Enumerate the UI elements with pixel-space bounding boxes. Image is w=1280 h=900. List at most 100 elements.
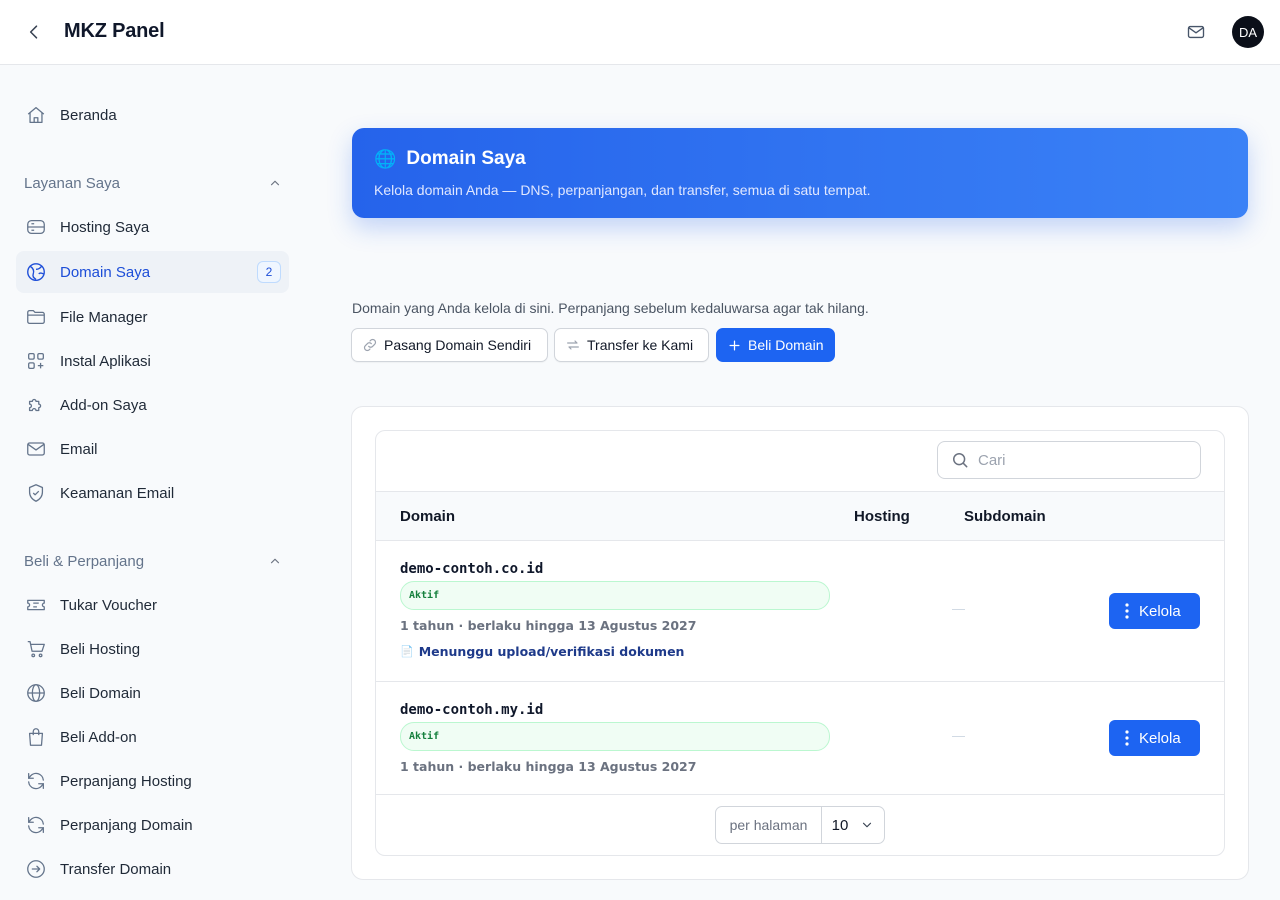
sidebar-item-label: Beli Domain [60,684,141,702]
column-header-hosting[interactable]: Hosting [854,508,910,525]
chevron-up-icon [270,558,280,564]
sidebar-item-label: Beli Add-on [60,728,137,746]
plus-icon [729,340,740,350]
app-title: MKZ Panel [64,20,165,42]
attach-own-domain-button[interactable]: Pasang Domain Sendiri [351,328,548,362]
refresh-icon [24,769,48,793]
table-header: Domain Hosting Subdomain [376,491,1224,541]
home-icon [24,103,48,127]
search-input[interactable] [978,451,1188,469]
button-label: Kelola [1139,729,1181,747]
per-page-value: 10 [831,816,849,834]
sidebar-item-install-apps[interactable]: Instal Aplikasi [16,340,289,382]
section-toggle-buy[interactable]: Beli & Perpanjang [24,550,282,572]
page-title: 🌐 Domain Saya [374,148,526,170]
sidebar-item-file-manager[interactable]: File Manager [16,296,289,338]
cart-icon [24,637,48,661]
more-vertical-icon [1125,603,1129,619]
sidebar-item-label: Hosting Saya [60,218,150,236]
manage-button[interactable]: Kelola [1109,720,1200,756]
document-status-text: Menunggu upload/verifikasi dokumen [418,644,685,659]
sidebar-item-label: Keamanan Email [60,484,175,502]
page-title-text: Domain Saya [406,148,526,169]
button-label: Beli Domain [748,337,824,353]
top-bar: MKZ Panel DA [0,0,1280,65]
bag-icon [24,725,48,749]
pagination-per-page: per halaman 10 [715,806,885,844]
sidebar: Beranda Layanan Saya Hosting Saya Domain… [0,65,305,900]
sidebar-item-label: Perpanjang Domain [60,816,193,834]
sidebar-item-email-security[interactable]: Keamanan Email [16,472,289,514]
domain-term: 1 tahun · berlaku hingga 13 Agustus 2027 [400,759,697,774]
mail-icon [1187,25,1205,39]
domain-name[interactable]: demo-contoh.my.id [400,702,543,718]
column-header-subdomain[interactable]: Subdomain [964,508,1046,525]
domain-table-panel: Domain Hosting Subdomain demo-contoh.co.… [375,430,1225,856]
per-page-select[interactable]: 10 [822,817,884,834]
page-subtitle: Kelola domain Anda — DNS, perpanjangan, … [374,182,871,198]
sidebar-item-buy-domain[interactable]: Beli Domain [16,672,289,714]
avatar[interactable]: DA [1232,16,1264,48]
document-status-link[interactable]: 📄 Menunggu upload/verifikasi dokumen [400,644,684,659]
sidebar-item-label: Instal Aplikasi [60,352,151,370]
status-badge: Aktif [400,722,830,751]
globe-icon [24,681,48,705]
sidebar-item-buy-addon[interactable]: Beli Add-on [16,716,289,758]
swap-arrows-icon [567,340,579,350]
sidebar-item-label: Transfer Domain [60,860,172,878]
button-label: Kelola [1139,602,1181,620]
search-box[interactable] [937,441,1201,479]
section-title: Layanan Saya [24,174,120,192]
sidebar-item-label: Beli Hosting [60,640,141,658]
document-icon: 📄 [400,645,414,658]
button-label: Pasang Domain Sendiri [384,337,532,353]
column-header-domain[interactable]: Domain [400,508,455,525]
sidebar-item-buy-hosting[interactable]: Beli Hosting [16,628,289,670]
button-label: Transfer ke Kami [587,337,694,353]
puzzle-icon [24,393,48,417]
per-page-label: per halaman [716,807,822,843]
folder-icon [24,305,48,329]
link-icon [363,338,377,352]
section-title: Beli & Perpanjang [24,552,145,570]
apps-icon [24,349,48,373]
sidebar-item-label: Domain Saya [60,263,151,281]
sidebar-item-domain[interactable]: Domain Saya 2 [16,251,289,293]
refresh-icon [24,813,48,837]
sidebar-item-hosting[interactable]: Hosting Saya [16,206,289,248]
mail-icon [24,437,48,461]
globe-icon [24,260,48,284]
subdomain-value: — [952,728,965,743]
domain-term: 1 tahun · berlaku hingga 13 Agustus 2027 [400,618,697,633]
subdomain-value: — [952,601,965,616]
sidebar-item-label: Perpanjang Hosting [60,772,192,790]
domain-name[interactable]: demo-contoh.co.id [400,561,543,577]
server-icon [24,215,48,239]
search-icon [953,453,968,468]
sidebar-item-renew-domain[interactable]: Perpanjang Domain [16,804,289,846]
section-toggle-services[interactable]: Layanan Saya [24,172,282,194]
page-hero-banner: 🌐 Domain Saya Kelola domain Anda — DNS, … [352,128,1248,218]
sidebar-item-addons[interactable]: Add-on Saya [16,384,289,426]
table-row: demo-contoh.my.id Aktif 1 tahun · berlak… [376,682,1224,795]
table-row: demo-contoh.co.id Aktif 1 tahun · berlak… [376,541,1224,682]
sidebar-item-label: Add-on Saya [60,396,147,414]
arrow-circle-icon [24,857,48,881]
sidebar-item-label: Beranda [60,106,117,124]
chevron-left-icon [29,25,38,39]
sidebar-item-home[interactable]: Beranda [16,94,289,136]
transfer-in-button[interactable]: Transfer ke Kami [554,328,709,362]
chevron-down-icon [863,822,872,828]
sidebar-item-redeem-voucher[interactable]: Tukar Voucher [16,584,289,626]
sidebar-item-email[interactable]: Email [16,428,289,470]
more-vertical-icon [1125,730,1129,746]
manage-button[interactable]: Kelola [1109,593,1200,629]
back-button[interactable] [22,20,46,44]
chevron-up-icon [270,180,280,186]
count-badge: 2 [257,261,281,283]
sidebar-item-transfer-domain[interactable]: Transfer Domain [16,848,289,890]
messages-button[interactable] [1184,20,1208,44]
intro-text: Domain yang Anda kelola di sini. Perpanj… [352,300,869,316]
buy-domain-button[interactable]: Beli Domain [716,328,835,362]
sidebar-item-renew-hosting[interactable]: Perpanjang Hosting [16,760,289,802]
